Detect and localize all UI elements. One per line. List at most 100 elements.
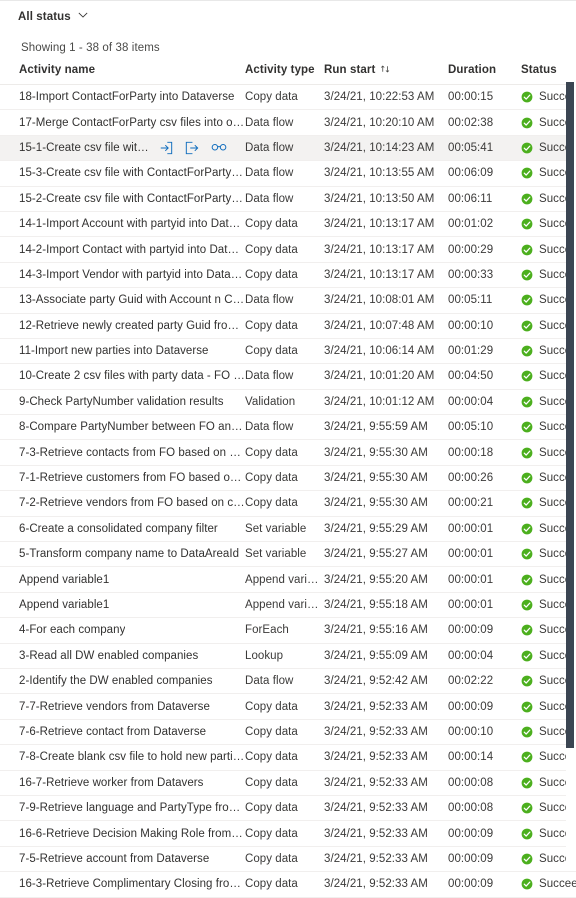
success-check-icon: [521, 370, 533, 382]
cell-duration: 00:06:11: [448, 186, 520, 212]
activity-name-text: 7-6-Retrieve contact from Dataverse: [19, 725, 207, 738]
cell-activity-name[interactable]: 14-3-Import Vendor with partyid into Dat…: [0, 262, 245, 289]
cell-activity-name[interactable]: 13-Associate party Guid with Account n C…: [0, 287, 245, 314]
cell-activity-name[interactable]: Append variable1: [0, 592, 245, 619]
cell-run-start: 3/24/21, 10:06:14 AM: [324, 338, 448, 365]
table-row[interactable]: 15-1-Create csv file with Cont... Data fl…: [0, 135, 576, 162]
status-text: Succeeded: [539, 878, 576, 891]
column-header-duration[interactable]: Duration: [448, 63, 520, 85]
table-row[interactable]: 14-2-Import Contact with partyid into Da…: [0, 236, 576, 263]
table-row[interactable]: 7-9-Retrieve language and PartyType from…: [0, 795, 576, 822]
table-row[interactable]: 16-3-Retrieve Complimentary Closing from…: [0, 871, 576, 898]
cell-duration: 00:05:11: [448, 287, 520, 314]
cell-activity-name[interactable]: 7-1-Retrieve customers from FO based on …: [0, 465, 245, 492]
table-row[interactable]: 10-Create 2 csv files with party data - …: [0, 363, 576, 390]
cell-activity-name[interactable]: Append variable1: [0, 566, 245, 593]
cell-activity-name[interactable]: 7-5-Retrieve account from Dataverse: [0, 846, 245, 873]
cell-activity-name[interactable]: 4-For each company: [0, 617, 245, 644]
success-check-icon: [521, 751, 533, 763]
success-check-icon: [521, 472, 533, 484]
cell-activity-name[interactable]: 7-3-Retrieve contacts from FO based on c…: [0, 439, 245, 466]
success-check-icon: [521, 878, 533, 890]
table-row[interactable]: 9-Check PartyNumber validation results Va…: [0, 389, 576, 416]
table-row[interactable]: 13-Associate party Guid with Account n C…: [0, 287, 576, 314]
table-row[interactable]: 12-Retrieve newly created party Guid fro…: [0, 313, 576, 339]
cell-activity-name[interactable]: 2-Identify the DW enabled companies: [0, 668, 245, 695]
table-row[interactable]: Append variable1 Append variable 3/24/21, …: [0, 592, 576, 619]
cell-activity-type: Copy data: [245, 490, 324, 517]
cell-activity-name[interactable]: 18-Import ContactForParty into Dataverse: [0, 84, 245, 111]
table-row[interactable]: 14-3-Import Vendor with partyid into Dat…: [0, 262, 576, 289]
table-row[interactable]: 17-Merge ContactForParty csv files into …: [0, 109, 576, 136]
cell-activity-name[interactable]: 7-9-Retrieve language and PartyType from…: [0, 795, 245, 822]
table-row[interactable]: 7-8-Create blank csv file to hold new pa…: [0, 744, 576, 771]
table-row[interactable]: 7-1-Retrieve customers from FO based on …: [0, 465, 576, 492]
table-row[interactable]: 7-5-Retrieve account from Dataverse Copy …: [0, 846, 576, 873]
table-row[interactable]: 16-7-Retrieve worker from Datavers Copy d…: [0, 770, 576, 796]
cell-activity-type: Copy data: [245, 465, 324, 492]
sort-updown-icon[interactable]: [380, 64, 391, 77]
table-row[interactable]: 7-6-Retrieve contact from Dataverse Copy …: [0, 719, 576, 746]
table-row[interactable]: 8-Compare PartyNumber between FO and Dat…: [0, 414, 576, 441]
table-row[interactable]: 15-2-Create csv file with ContactForPart…: [0, 186, 576, 212]
status-filter-dropdown[interactable]: All status: [18, 11, 88, 23]
activity-name-text: 11-Import new parties into Dataverse: [19, 345, 209, 358]
cell-activity-name[interactable]: 5-Transform company name to DataAreaId: [0, 541, 245, 568]
arrow-out-of-bracket-icon[interactable]: [185, 141, 199, 155]
cell-activity-name[interactable]: 17-Merge ContactForParty csv files into …: [0, 109, 245, 136]
table-row[interactable]: Append variable1 Append variable 3/24/21, …: [0, 566, 576, 593]
cell-activity-name[interactable]: 14-2-Import Contact with partyid into Da…: [0, 236, 245, 263]
cell-activity-name[interactable]: 15-2-Create csv file with ContactForPart…: [0, 186, 245, 212]
cell-activity-name[interactable]: 16-6-Retrieve Decision Making Role from …: [0, 820, 245, 847]
success-check-icon: [521, 726, 533, 738]
cell-activity-name[interactable]: 7-7-Retrieve vendors from Dataverse: [0, 693, 245, 720]
cell-activity-name[interactable]: 7-6-Retrieve contact from Dataverse: [0, 719, 245, 746]
vertical-scrollbar-thumb[interactable]: [566, 82, 574, 748]
cell-run-start: 3/24/21, 10:13:50 AM: [324, 186, 448, 212]
filter-bar: All status: [0, 0, 576, 32]
cell-activity-type: Copy data: [245, 439, 324, 466]
cell-duration: 00:00:10: [448, 719, 520, 746]
cell-run-start: 3/24/21, 9:55:59 AM: [324, 414, 448, 441]
table-row[interactable]: 11-Import new parties into Dataverse Copy…: [0, 338, 576, 365]
success-check-icon: [521, 142, 533, 154]
column-header-activity-type[interactable]: Activity type: [245, 63, 324, 85]
cell-run-start: 3/24/21, 9:52:33 AM: [324, 719, 448, 746]
cell-activity-name[interactable]: 6-Create a consolidated company filter: [0, 516, 245, 543]
table-row[interactable]: 2-Identify the DW enabled companies Data …: [0, 668, 576, 695]
cell-activity-name[interactable]: 11-Import new parties into Dataverse: [0, 338, 245, 365]
cell-activity-name[interactable]: 16-3-Retrieve Complimentary Closing from…: [0, 871, 245, 898]
cell-activity-name[interactable]: 12-Retrieve newly created party Guid fro…: [0, 313, 245, 339]
cell-run-start: 3/24/21, 10:14:23 AM: [324, 135, 448, 162]
table-row[interactable]: 4-For each company ForEach 3/24/21, 9:55:1…: [0, 617, 576, 644]
table-row[interactable]: 3-Read all DW enabled companies Lookup 3/2…: [0, 643, 576, 669]
success-check-icon: [521, 599, 533, 611]
table-row[interactable]: 7-2-Retrieve vendors from FO based on co…: [0, 490, 576, 517]
cell-duration: 00:01:02: [448, 211, 520, 238]
cell-activity-name[interactable]: 8-Compare PartyNumber between FO and Dat…: [0, 414, 245, 441]
table-row[interactable]: 7-3-Retrieve contacts from FO based on c…: [0, 439, 576, 466]
table-row[interactable]: 6-Create a consolidated company filter Se…: [0, 516, 576, 543]
table-row[interactable]: 7-7-Retrieve vendors from Dataverse Copy …: [0, 693, 576, 720]
success-check-icon: [521, 447, 533, 459]
cell-activity-type: Validation: [245, 389, 324, 416]
table-row[interactable]: 18-Import ContactForParty into Dataverse…: [0, 84, 576, 111]
table-row[interactable]: 15-3-Create csv file with ContactForPart…: [0, 160, 576, 187]
cell-activity-name[interactable]: 16-7-Retrieve worker from Datavers: [0, 770, 245, 796]
column-header-run-start[interactable]: Run start: [324, 63, 448, 85]
cell-activity-name[interactable]: 7-2-Retrieve vendors from FO based on co…: [0, 490, 245, 517]
table-row[interactable]: 5-Transform company name to DataAreaId Se…: [0, 541, 576, 568]
cell-activity-name[interactable]: 15-3-Create csv file with ContactForPart…: [0, 160, 245, 187]
cell-activity-name[interactable]: 3-Read all DW enabled companies: [0, 643, 245, 669]
table-row[interactable]: 16-6-Retrieve Decision Making Role from …: [0, 820, 576, 847]
cell-duration: 00:00:26: [448, 465, 520, 492]
table-row[interactable]: 14-1-Import Account with partyid into Da…: [0, 211, 576, 238]
cell-activity-name[interactable]: 14-1-Import Account with partyid into Da…: [0, 211, 245, 238]
arrow-into-bracket-icon[interactable]: [159, 141, 173, 155]
cell-activity-name[interactable]: 10-Create 2 csv files with party data - …: [0, 363, 245, 390]
column-header-activity-name[interactable]: Activity name: [0, 63, 245, 85]
cell-activity-name[interactable]: 7-8-Create blank csv file to hold new pa…: [0, 744, 245, 771]
cell-activity-name[interactable]: 9-Check PartyNumber validation results: [0, 389, 245, 416]
glasses-icon[interactable]: [211, 141, 227, 155]
cell-activity-name[interactable]: 15-1-Create csv file with Cont...: [0, 135, 245, 162]
